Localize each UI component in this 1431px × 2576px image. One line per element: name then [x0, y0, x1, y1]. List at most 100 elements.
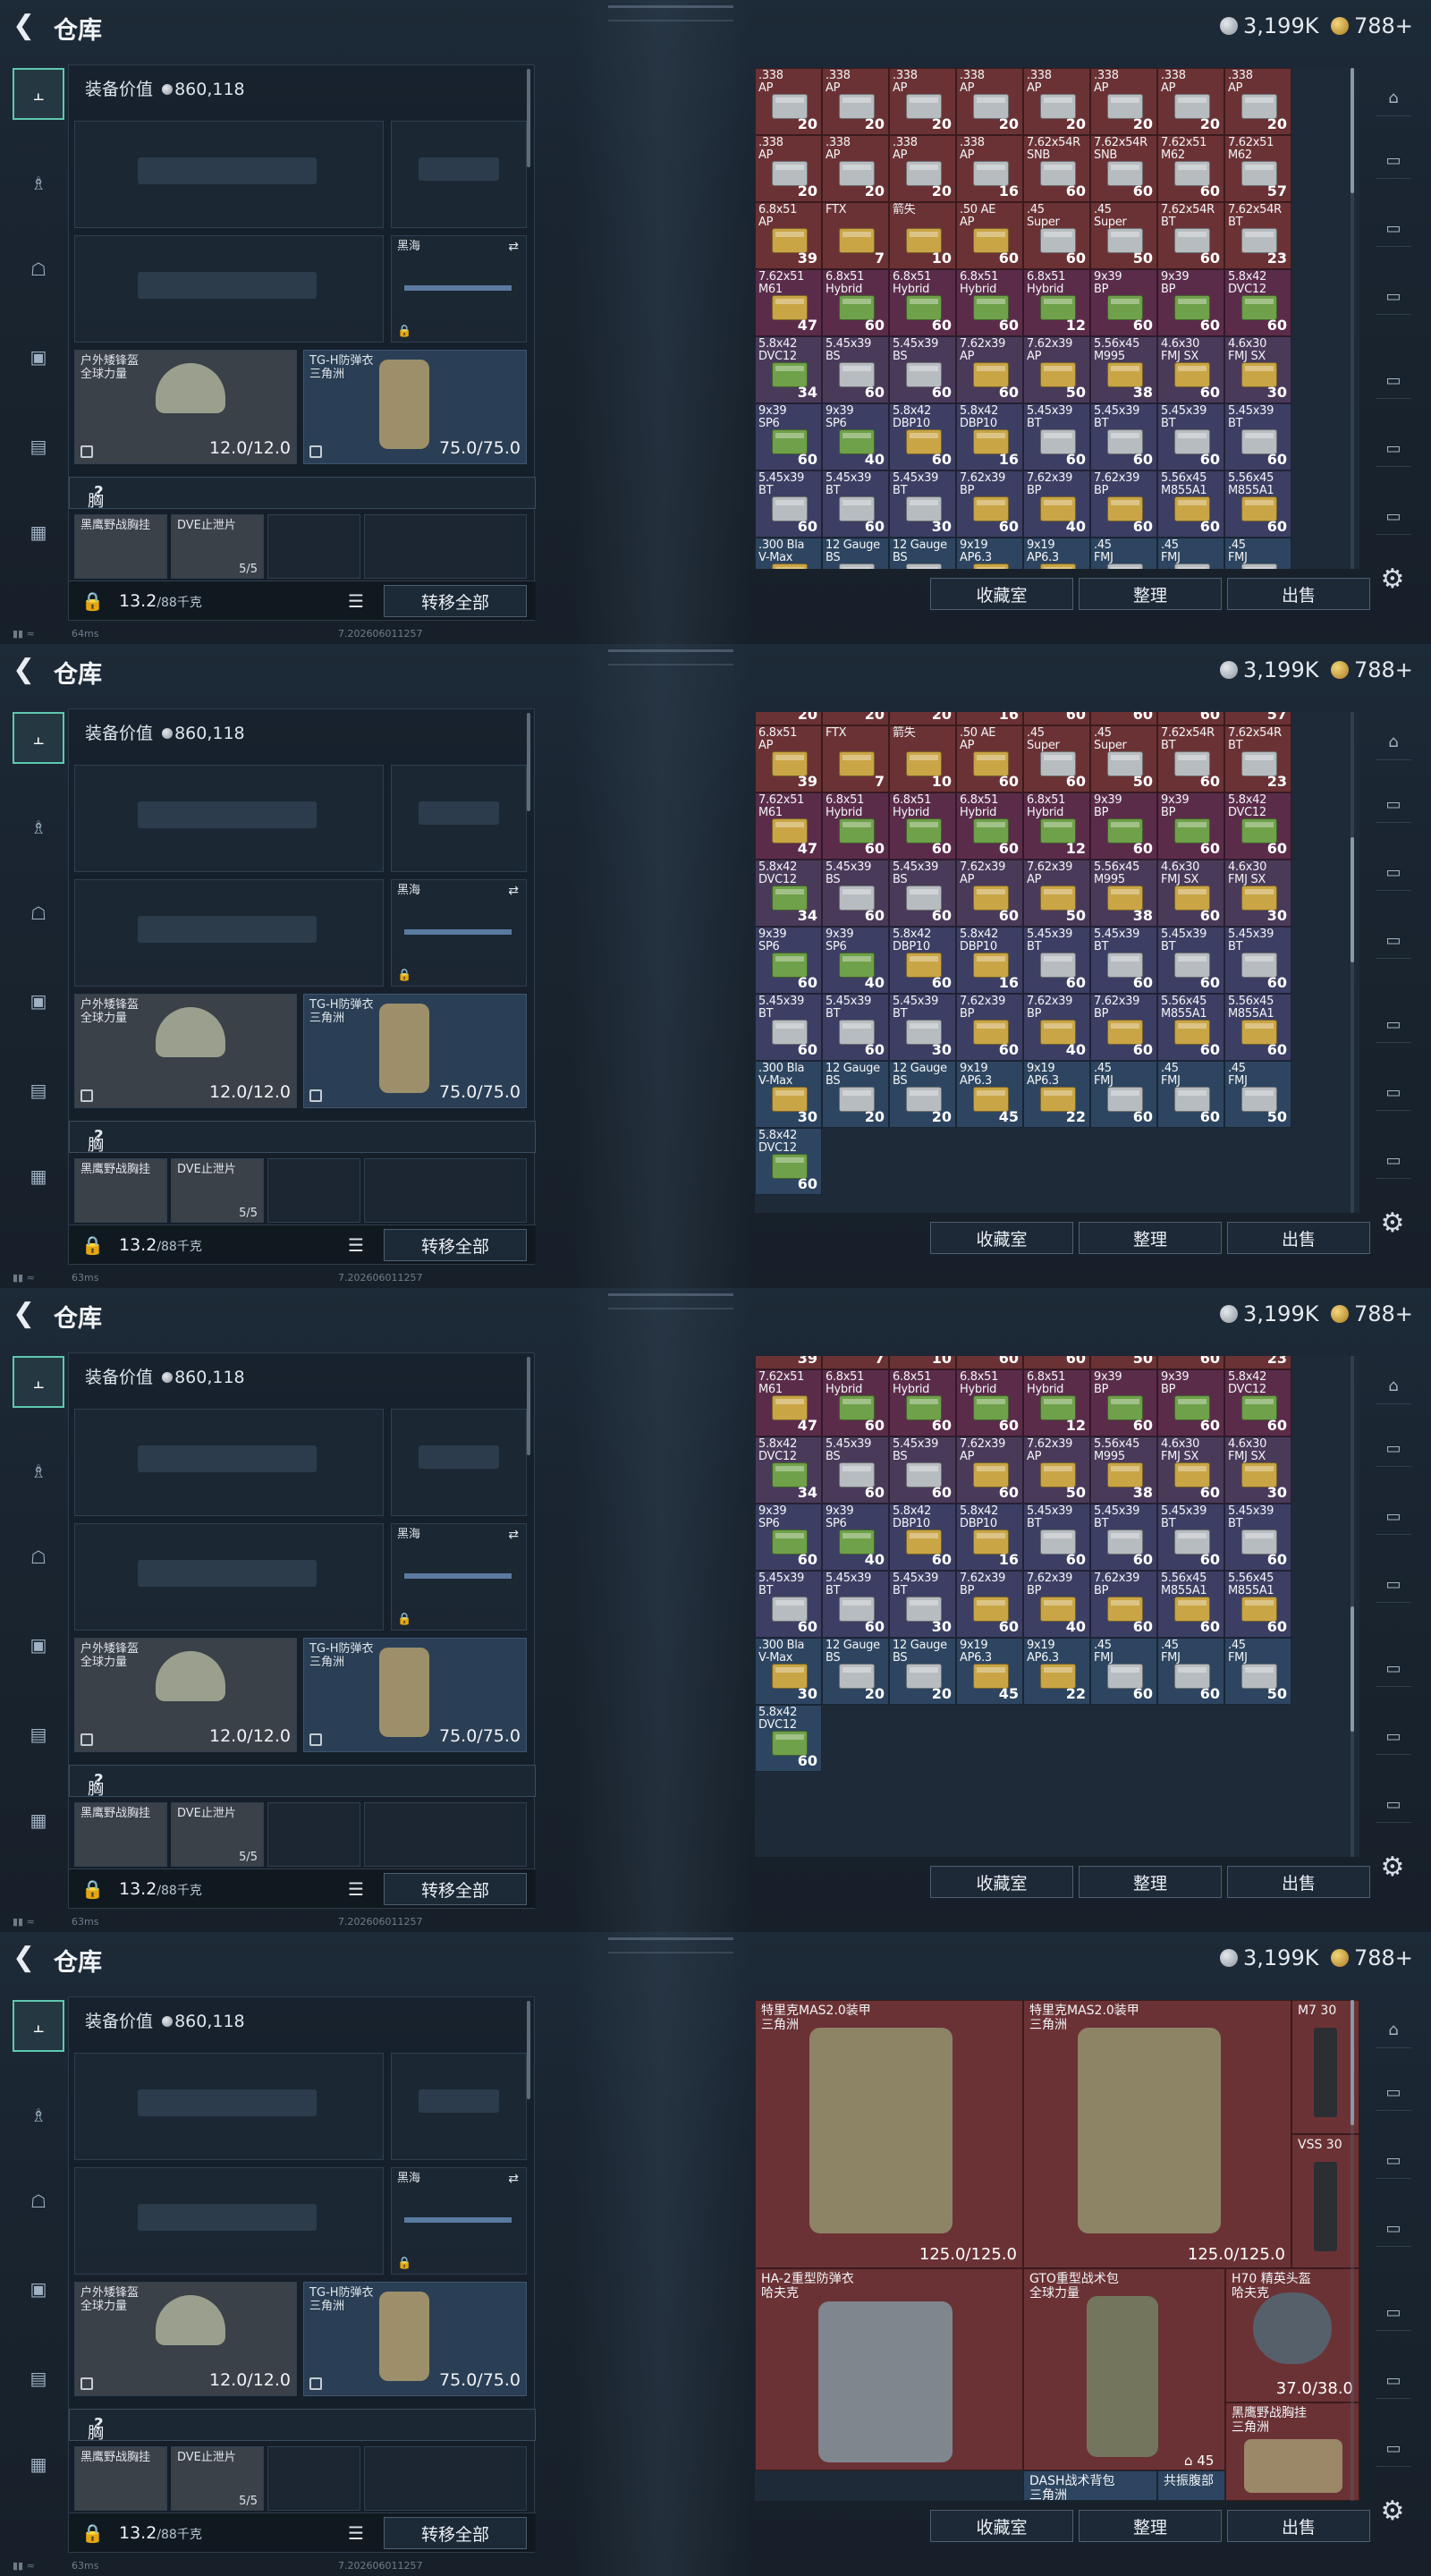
- ammo-stack[interactable]: 6.8x51 Hybrid 60: [889, 1369, 956, 1436]
- ammo-stack[interactable]: 7.62x54R BT 60: [1157, 725, 1224, 792]
- bag-tab-icon[interactable]: ▣: [13, 331, 64, 383]
- ammo-stack[interactable]: .45 Super 50: [1090, 725, 1157, 792]
- lock-icon[interactable]: 🔒: [81, 1878, 104, 1900]
- armor-tab-icon[interactable]: ♗: [13, 157, 64, 209]
- ammo-stack[interactable]: 7.62x39 AP 50: [1023, 336, 1090, 403]
- ammo-stack[interactable]: 5.8x42 DBP10 16: [956, 1504, 1023, 1571]
- ammo-stack[interactable]: 7.62x51 M6257: [1224, 135, 1291, 202]
- rig-tab-icon[interactable]: ▤: [13, 420, 64, 472]
- swap-icon[interactable]: ⇄: [508, 884, 519, 898]
- ammo-stack[interactable]: 5.8x42 DBP10 16: [956, 927, 1023, 994]
- ammo-stack[interactable]: .45 FMJ60: [1090, 1061, 1157, 1128]
- ammo-stack[interactable]: 5.45x39 BT 60: [822, 1571, 889, 1638]
- ammo-stack[interactable]: 9x39 SP6 60: [755, 403, 822, 470]
- ammo-stack[interactable]: 5.56x45 M855A1 60: [1157, 1571, 1224, 1638]
- rig-tab-icon[interactable]: ▤: [13, 1708, 64, 1760]
- ammo-stack[interactable]: 9x39 SP6 40: [822, 927, 889, 994]
- ammo-stack[interactable]: 6.8x51 Hybrid 60: [822, 1369, 889, 1436]
- container-tab-icon[interactable]: ▭: [1376, 1431, 1411, 1467]
- ammo-stack[interactable]: .45 FMJ60: [1157, 538, 1224, 569]
- ammo-stack[interactable]: 5.45x39 BT 60: [1023, 403, 1090, 470]
- ammo-stack[interactable]: 7.62x39 BP 60: [1090, 1571, 1157, 1638]
- ammo-stack[interactable]: .300 Bla V-Max 30: [755, 1061, 822, 1128]
- sort-button[interactable]: 整理: [1079, 1866, 1222, 1898]
- back-arrow-icon[interactable]: ❮: [13, 1301, 39, 1327]
- ammo-stack[interactable]: .338 AP20: [755, 135, 822, 202]
- lock-icon[interactable]: 🔒: [81, 1234, 104, 1256]
- bag-tab-icon[interactable]: ▣: [13, 1619, 64, 1671]
- gold-currency[interactable]: 788+: [1331, 1945, 1413, 1971]
- ammo-stack[interactable]: 5.45x39 BS 60: [889, 1436, 956, 1504]
- container-tab-icon[interactable]: ▭: [1376, 363, 1411, 399]
- ammo-stack[interactable]: 4.6x30 FMJ SX 60: [1157, 860, 1224, 927]
- ammo-stack[interactable]: 5.45x39 BT 60: [1157, 927, 1224, 994]
- ammo-stack[interactable]: .338 AP20: [889, 135, 956, 202]
- loadout-scrollbar[interactable]: [527, 69, 530, 167]
- ammo-stack[interactable]: 7.62x39 AP 50: [1023, 1436, 1090, 1504]
- ammo-stack[interactable]: 7.62x51 M6260: [1157, 712, 1224, 725]
- bag-tab-icon[interactable]: ▣: [13, 2263, 64, 2315]
- list-icon[interactable]: ☰: [348, 2522, 364, 2544]
- loadout-scrollbar[interactable]: [527, 2001, 530, 2099]
- chest-rig-bar[interactable]: 胸挂：7/22 ?: [69, 1121, 536, 1198]
- ammo-stack[interactable]: 7.62x51 M6257: [1224, 712, 1291, 725]
- ammo-stack[interactable]: 7.62x54R SNB60: [1023, 135, 1090, 202]
- ammo-stack[interactable]: 5.56x45 M855A1 60: [1157, 470, 1224, 538]
- ammo-stack[interactable]: 5.8x42 DVC12 34: [755, 1436, 822, 1504]
- ammo-stack[interactable]: 9x19 AP6.322: [1023, 538, 1090, 569]
- container-tab-icon[interactable]: ▭: [1376, 1567, 1411, 1603]
- case-tab-icon[interactable]: ▦: [13, 1794, 64, 1846]
- ammo-stack[interactable]: .300 Bla V-Max 30: [755, 1638, 822, 1705]
- ammo-stack[interactable]: 7.62x39 BP 40: [1023, 994, 1090, 1061]
- rig-slot-item[interactable]: DVE止泄片 5/5: [171, 1158, 264, 1223]
- container-tab-icon[interactable]: ▭: [1376, 499, 1411, 535]
- ammo-stack[interactable]: .45 FMJ60: [1157, 1638, 1224, 1705]
- ammo-stack[interactable]: 9x19 AP6.322: [1023, 1061, 1090, 1128]
- case-tab-icon[interactable]: ▦: [13, 1150, 64, 1202]
- swap-icon[interactable]: ⇄: [508, 1528, 519, 1542]
- ammo-stack[interactable]: 9x39 SP6 40: [822, 1504, 889, 1571]
- ammo-stack[interactable]: 4.6x30 FMJ SX 30: [1224, 1436, 1291, 1504]
- ammo-stack[interactable]: .338 AP20: [1090, 68, 1157, 135]
- ammo-stack[interactable]: 6.8x51 Hybrid 60: [889, 792, 956, 860]
- gold-currency[interactable]: 788+: [1331, 657, 1413, 683]
- ammo-stack[interactable]: 5.8x42 DBP10 60: [889, 1504, 956, 1571]
- ammo-stack[interactable]: 12 Gauge BS 20: [822, 1061, 889, 1128]
- ammo-stack[interactable]: 5.56x45 M855A1 60: [1224, 470, 1291, 538]
- ammo-stack[interactable]: FTX 7: [822, 725, 889, 792]
- ammo-stack[interactable]: .45 FMJ60: [1157, 1061, 1224, 1128]
- weapon-tab-icon[interactable]: ⫠: [13, 2000, 64, 2052]
- stash-scrollbar[interactable]: [1351, 712, 1354, 1213]
- ammo-stack[interactable]: 9x39 BP 60: [1157, 1369, 1224, 1436]
- backpack-item[interactable]: DASH战术背包 三角洲: [1023, 2470, 1157, 2501]
- container-tab-icon[interactable]: ▭: [1376, 2211, 1411, 2247]
- ammo-stack[interactable]: 7.62x54R SNB60: [1090, 712, 1157, 725]
- ammo-stack[interactable]: 5.56x45 M855A1 60: [1224, 994, 1291, 1061]
- helmet-item[interactable]: H70 精英头盔 哈夫克 37.0/38.0: [1225, 2268, 1359, 2402]
- secondary-weapon-slot[interactable]: [391, 2053, 527, 2160]
- ammo-stack[interactable]: .338 AP20: [889, 712, 956, 725]
- rig-slot-item[interactable]: DVE止泄片 5/5: [171, 2446, 264, 2511]
- tertiary-weapon-slot[interactable]: [74, 2167, 384, 2275]
- helmet-tab-icon[interactable]: ☖: [13, 243, 64, 295]
- list-icon[interactable]: ☰: [348, 590, 364, 612]
- ammo-stack[interactable]: .45 FMJ60: [1090, 538, 1157, 569]
- ammo-stack[interactable]: 6.8x51 Hybrid 12: [1023, 1369, 1090, 1436]
- container-tab-icon[interactable]: ▭: [1376, 1651, 1411, 1687]
- ammo-stack[interactable]: 7.62x39 BP 60: [956, 470, 1023, 538]
- ammo-stack[interactable]: 5.45x39 BT 60: [1023, 927, 1090, 994]
- ammo-stack[interactable]: .50 AE AP60: [956, 1356, 1023, 1369]
- armor-tab-icon[interactable]: ♗: [13, 1445, 64, 1497]
- safe-box-icon[interactable]: ⌂: [1376, 2012, 1411, 2048]
- ammo-stack[interactable]: 7.62x54R SNB60: [1023, 712, 1090, 725]
- ammo-stack[interactable]: 6.8x51 Hybrid 60: [956, 792, 1023, 860]
- ammo-stack[interactable]: 5.56x45 M855A1 60: [1157, 994, 1224, 1061]
- ammo-stack[interactable]: .45 FMJ50: [1224, 538, 1291, 569]
- melee-slot[interactable]: 黑海 ⇄ 🔒: [391, 2167, 527, 2275]
- ammo-stack[interactable]: 5.8x42 DVC12 60: [755, 1128, 822, 1195]
- rig-tab-icon[interactable]: ▤: [13, 2352, 64, 2404]
- sell-button[interactable]: 出售: [1227, 1222, 1370, 1254]
- ammo-stack[interactable]: 6.8x51 Hybrid 60: [956, 1369, 1023, 1436]
- sort-button[interactable]: 整理: [1079, 2510, 1222, 2542]
- ammo-stack[interactable]: 5.8x42 DVC12 60: [1224, 1369, 1291, 1436]
